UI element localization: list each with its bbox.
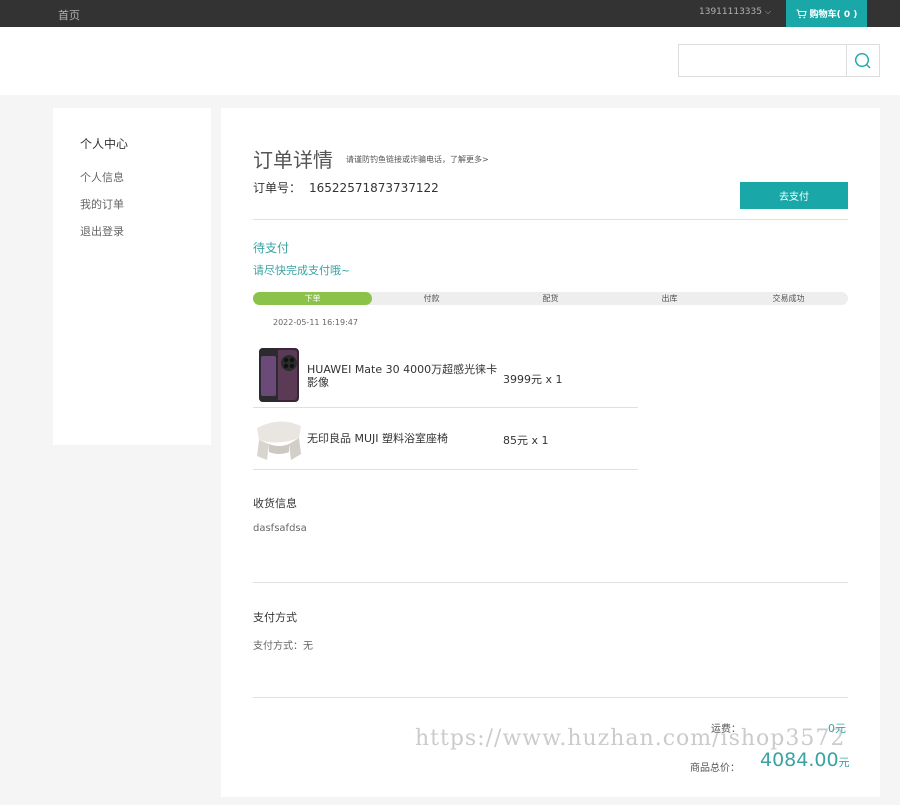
cart-icon [796,9,807,18]
order-number-label: 订单号： [253,181,302,195]
header [0,27,900,95]
order-status: 待支付 [253,241,290,255]
sidebar-title: 个人中心 [80,137,129,151]
progress-step-shipped: 出库 [661,294,678,303]
watermark: https://www.huzhan.com/ishop3572 [415,726,846,751]
sidebar-item-logout[interactable]: 退出登录 [80,223,124,239]
progress-step-time: 2022-05-11 16:19:47 [273,318,358,327]
stool-image[interactable] [253,408,305,464]
chevron-down-icon: ⌵ [765,7,772,16]
total-price-value: 4084.00元 [760,749,850,771]
goods-price: 3999元 x 1 [503,373,563,386]
order-progress-bar: 下单 付款 配货 出库 交易成功 [253,292,848,305]
goods-name[interactable]: HUAWEI Mate 30 4000万超感光徕卡影像 [307,363,503,389]
divider [253,697,848,698]
user-phone: 13911113335 [699,7,762,17]
total-price-amount: 4084.00 [760,749,839,771]
order-detail-panel: 订单详情 请谨防钓鱼链接或诈骗电话，了解更多> 订单号： 165225718737… [221,108,880,797]
total-price-label: 商品总价： [690,763,740,774]
security-note-link[interactable]: 请谨防钓鱼链接或诈骗电话，了解更多> [346,154,489,165]
goods-row: HUAWEI Mate 30 4000万超感光徕卡影像 3999元 x 1 [253,346,638,408]
shipping-info-title: 收货信息 [253,497,297,510]
progress-step-paid: 付款 [423,294,440,303]
user-menu[interactable]: 13911113335 ⌵ [699,7,771,17]
progress-step-completed: 交易成功 [772,294,805,303]
shipping-info-text: dasfsafdsa [253,523,307,534]
sidebar: 个人中心 个人信息 我的订单 退出登录 [53,108,211,445]
home-link[interactable]: 首页 [58,7,80,23]
search-button[interactable] [847,44,880,77]
sidebar-item-profile[interactable]: 个人信息 [80,169,124,185]
divider [253,219,848,220]
goods-price: 85元 x 1 [503,434,549,447]
cart-label: 购物车( 0 ) [809,10,858,20]
payment-method-title: 支付方式 [253,611,297,624]
cart-button[interactable]: 购物车( 0 ) [786,0,867,27]
goods-row: 无印良品 MUJI 塑料浴室座椅 85元 x 1 [253,408,638,470]
search-icon [854,52,871,68]
top-bar: 首页 13911113335 ⌵ 购物车( 0 ) [0,0,900,27]
total-price-unit: 元 [838,756,850,769]
order-number: 订单号： 16522571873737122 [253,179,439,196]
order-status-hint: 请尽快完成支付哦~ [253,264,351,277]
goods-name[interactable]: 无印良品 MUJI 塑料浴室座椅 [307,432,503,445]
search-input[interactable] [678,44,847,77]
payment-method-text: 支付方式：无 [253,641,313,652]
progress-step-placed: 下单 [304,294,321,303]
pay-button[interactable]: 去支付 [740,182,848,209]
page-title: 订单详情 [253,148,333,172]
progress-step-packing: 配货 [542,294,559,303]
divider [253,582,848,583]
phone-image[interactable] [253,346,305,402]
sidebar-item-orders[interactable]: 我的订单 [80,196,124,212]
order-number-value: 16522571873737122 [309,181,439,195]
